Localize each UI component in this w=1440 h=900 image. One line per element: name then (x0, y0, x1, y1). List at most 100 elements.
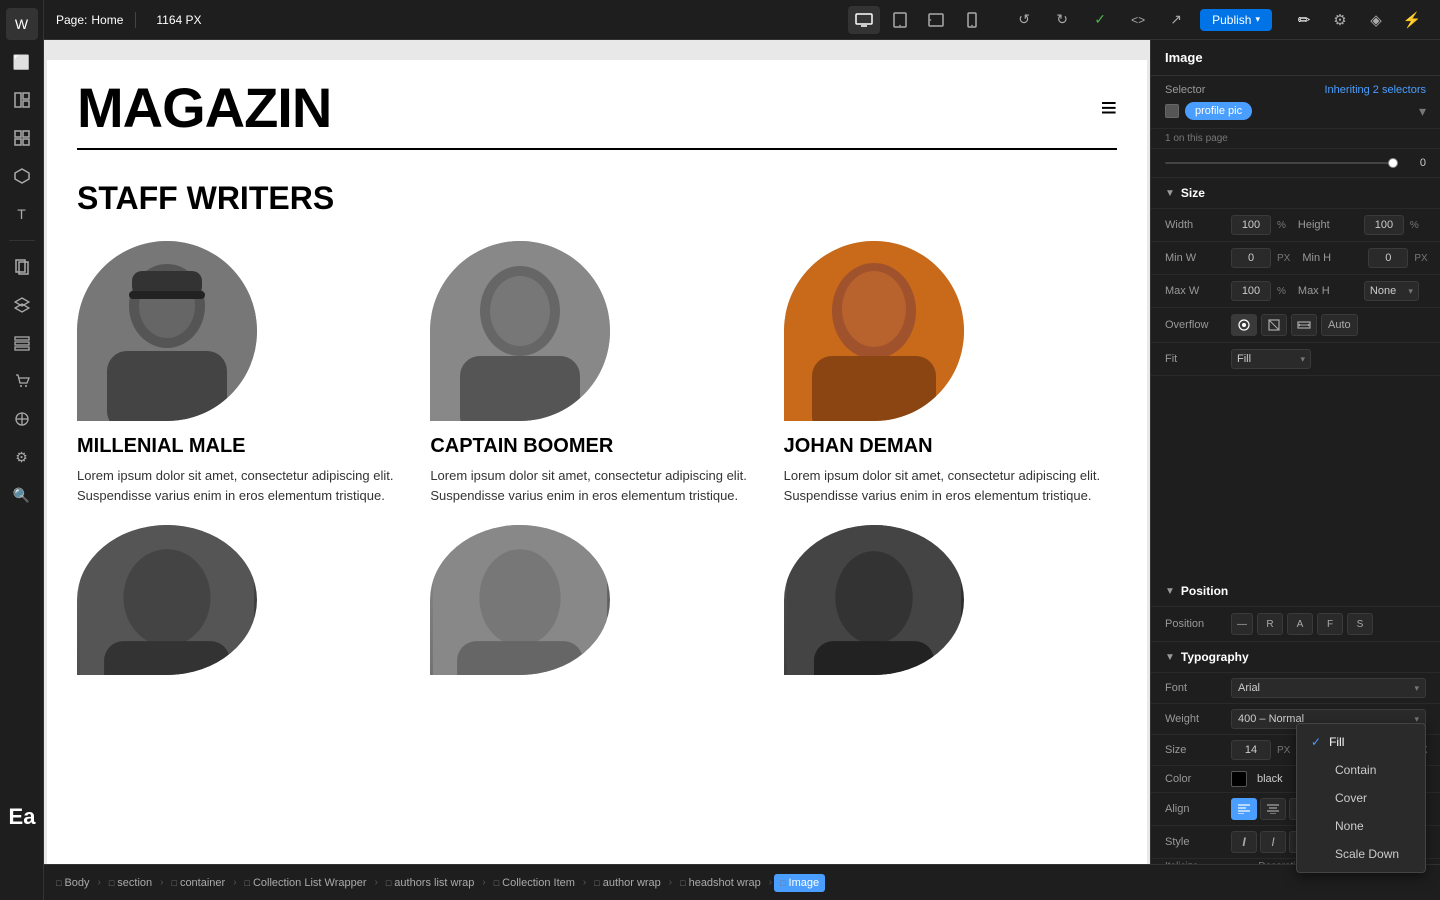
overflow-auto-label[interactable]: Auto (1321, 314, 1358, 336)
writer-headshot (77, 241, 257, 421)
redo-btn[interactable]: ↻ (1046, 6, 1078, 34)
bc-hw-label: headshot wrap (689, 877, 761, 889)
tool-cms-icon[interactable] (6, 327, 38, 359)
type-size-input[interactable] (1231, 740, 1271, 760)
overflow-scroll-x-icon[interactable] (1291, 314, 1317, 336)
width-height-row: Width % Height % (1151, 209, 1440, 242)
bc-img-icon: □ (780, 878, 785, 888)
fit-selected-value: Fill (1237, 353, 1251, 365)
min-w-input[interactable] (1231, 248, 1271, 268)
min-h-input[interactable] (1368, 248, 1408, 268)
selector-label: Selector (1165, 84, 1205, 96)
fit-cover-label: Cover (1335, 791, 1367, 805)
min-h-label: Min H (1302, 252, 1362, 264)
align-center-btn[interactable] (1260, 798, 1286, 820)
typography-section-header[interactable]: ▼ Typography (1151, 642, 1440, 673)
overflow-visible-icon[interactable] (1231, 314, 1257, 336)
desktop-view-btn[interactable] (848, 6, 880, 34)
tool-layout-icon[interactable] (6, 84, 38, 116)
position-absolute-icon[interactable]: A (1287, 613, 1313, 635)
code-btn[interactable]: <> (1122, 6, 1154, 34)
height-input[interactable] (1364, 215, 1404, 235)
mobile-view-btn[interactable] (956, 6, 988, 34)
color-swatch[interactable] (1231, 771, 1247, 787)
width-unit: % (1277, 220, 1286, 231)
bc-arrow-7: › (669, 877, 672, 888)
ecommerce-icon[interactable]: ⚡ (1396, 6, 1428, 34)
page-name[interactable]: Home (91, 13, 123, 27)
position-sticky-icon[interactable]: S (1347, 613, 1373, 635)
typography-title: Typography (1181, 650, 1249, 664)
position-section-header[interactable]: ▼ Position (1151, 576, 1440, 607)
overflow-hidden-icon[interactable] (1261, 314, 1287, 336)
bc-headshot-wrap[interactable]: □ headshot wrap (674, 874, 767, 892)
fit-option-fill[interactable]: ✓ Fill (1297, 728, 1425, 756)
action-controls: ↺ ↻ ✓ <> ↗ (1008, 6, 1192, 34)
weight-value: 400 – Normal (1238, 713, 1304, 725)
bc-image[interactable]: □ Image (774, 874, 825, 892)
italic-btn[interactable]: I (1231, 831, 1257, 853)
publish-button[interactable]: Publish ▾ (1200, 9, 1272, 31)
position-relative-icon[interactable]: R (1257, 613, 1283, 635)
align-left-btn[interactable] (1231, 798, 1257, 820)
bc-hw-icon: □ (680, 878, 685, 888)
tool-component-icon[interactable] (6, 160, 38, 192)
selector-section: Selector Inheriting 2 selectors profile … (1151, 76, 1440, 129)
tool-settings-icon[interactable]: ⚙ (6, 441, 38, 473)
fit-dropdown-trigger[interactable]: Fill ▾ (1231, 349, 1311, 369)
fit-row: Fit Fill ▾ (1151, 343, 1440, 376)
interactions-icon[interactable]: ◈ (1360, 6, 1392, 34)
bc-section-label: section (117, 877, 152, 889)
settings-icon[interactable]: ⚙ (1324, 6, 1356, 34)
bc-collection-list-wrapper[interactable]: □ Collection List Wrapper (239, 874, 373, 892)
mag-menu-icon[interactable]: ≡ (1101, 92, 1117, 124)
position-type-icons: — R A F S (1231, 613, 1373, 635)
width-input[interactable] (1231, 215, 1271, 235)
slider-thumb[interactable] (1388, 158, 1398, 168)
undo-btn[interactable]: ↺ (1008, 6, 1040, 34)
max-w-label: Max W (1165, 285, 1225, 297)
tool-layers-icon[interactable] (6, 289, 38, 321)
tool-ecommerce-icon[interactable] (6, 365, 38, 397)
bc-authors-list-wrap[interactable]: □ authors list wrap (380, 874, 481, 892)
fit-fill-label: Fill (1329, 735, 1344, 749)
fit-option-scaledown[interactable]: Scale Down (1297, 840, 1425, 868)
max-h-display[interactable]: None ▾ (1364, 281, 1419, 301)
designer-icon[interactable]: ✏ (1288, 6, 1320, 34)
slider-track[interactable] (1165, 162, 1398, 164)
position-static-icon[interactable]: — (1231, 613, 1253, 635)
tool-pages-icon[interactable] (6, 251, 38, 283)
tool-w-icon[interactable]: W (6, 8, 38, 40)
italic-alt-btn[interactable]: I (1260, 831, 1286, 853)
bc-arrow-3: › (233, 877, 236, 888)
type-size-label: Size (1165, 744, 1225, 756)
tool-cursor-icon[interactable]: ⬜ (6, 46, 38, 78)
share-btn[interactable]: ↗ (1160, 6, 1192, 34)
fit-option-cover[interactable]: Cover (1297, 784, 1425, 812)
fit-option-none[interactable]: None (1297, 812, 1425, 840)
bc-body[interactable]: □ Body (50, 874, 96, 892)
tool-text-icon[interactable]: T (6, 198, 38, 230)
bc-collection-item[interactable]: □ Collection Item (488, 874, 581, 892)
size-section-header[interactable]: ▼ Size (1151, 178, 1440, 209)
selector-pill[interactable]: profile pic (1185, 102, 1252, 120)
max-w-unit: % (1277, 286, 1286, 297)
min-w-unit: PX (1277, 253, 1290, 264)
bc-author-wrap[interactable]: □ author wrap (588, 874, 667, 892)
bc-arrow-1: › (98, 877, 101, 888)
font-select[interactable]: Arial ▾ (1231, 678, 1426, 698)
bc-section[interactable]: □ section (103, 874, 158, 892)
tablet-landscape-btn[interactable] (920, 6, 952, 34)
fit-option-contain[interactable]: Contain (1297, 756, 1425, 784)
tool-grid-icon[interactable] (6, 122, 38, 154)
status-btn[interactable]: ✓ (1084, 6, 1116, 34)
inheriting-label[interactable]: Inheriting 2 selectors (1325, 84, 1427, 96)
bc-container[interactable]: □ container (166, 874, 232, 892)
tool-assets-icon[interactable] (6, 403, 38, 435)
writer-bio: Lorem ipsum dolor sit amet, consectetur … (784, 466, 1117, 505)
max-w-input[interactable] (1231, 281, 1271, 301)
tablet-view-btn[interactable] (884, 6, 916, 34)
position-fixed-icon[interactable]: F (1317, 613, 1343, 635)
selector-chevron[interactable]: ▾ (1419, 103, 1426, 120)
tool-search-icon[interactable]: 🔍 (6, 479, 38, 511)
